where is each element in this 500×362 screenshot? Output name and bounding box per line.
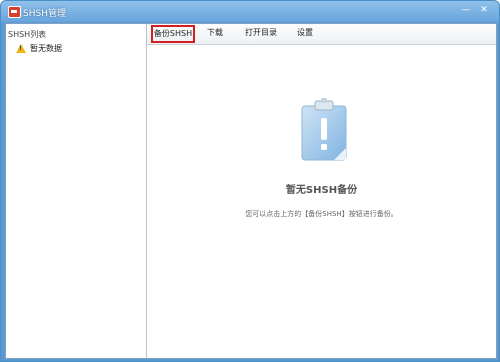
minimize-button[interactable]: — (461, 5, 471, 15)
warning-icon (16, 44, 26, 53)
window-title: SHSH管理 (23, 9, 66, 19)
content-panel: 备份SHSH 下载 打开目录 设置 暂无SHSH备份 您可以点击上方的【备份SH… (147, 24, 496, 358)
toolbar: 备份SHSH 下载 打开目录 设置 (147, 24, 496, 45)
app-logo-icon (8, 6, 21, 18)
clipboard-exclamation-icon (300, 98, 348, 164)
shsh-manager-window: SHSH管理 — ✕ SHSH列表 暂无数据 备份SHSH 下载 打开目录 设置 (0, 0, 500, 362)
open-directory-button[interactable]: 打开目录 (241, 26, 281, 40)
list-header: SHSH列表 (8, 30, 47, 39)
client-area: SHSH列表 暂无数据 备份SHSH 下载 打开目录 设置 (5, 23, 497, 359)
empty-state-title: 暂无SHSH备份 (285, 185, 358, 196)
download-button[interactable]: 下载 (205, 26, 225, 40)
settings-button[interactable]: 设置 (295, 26, 315, 40)
titlebar[interactable]: SHSH管理 — ✕ (1, 1, 499, 23)
list-item-label: 暂无数据 (30, 44, 62, 53)
close-button[interactable]: ✕ (479, 5, 489, 15)
empty-state-hint: 您可以点击上方的【备份SHSH】按钮进行备份。 (245, 210, 398, 218)
shsh-list-panel: SHSH列表 暂无数据 (6, 24, 147, 358)
backup-shsh-button[interactable]: 备份SHSH (151, 25, 195, 43)
